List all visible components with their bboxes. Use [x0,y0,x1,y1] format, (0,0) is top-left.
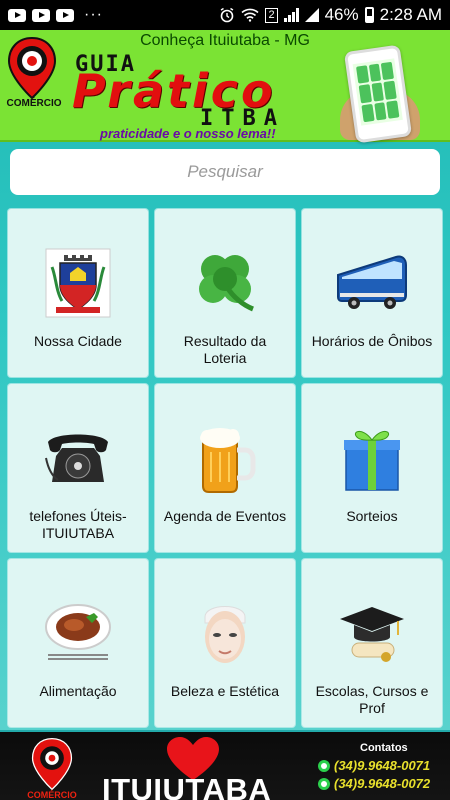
beer-mug-icon [185,418,265,498]
search-input[interactable] [10,149,440,195]
category-grid: Nossa Cidade Resultado da Loteria Horári… [8,209,442,727]
tile-label: Sorteios [346,508,398,524]
status-right: 2 46% 2:28 AM [219,5,442,25]
footer-city-name: ITUIUTABA [102,772,272,800]
tile-horarios-onibus[interactable]: Horários de Ônibos [302,209,442,377]
signal-icon [283,8,299,22]
food-plate-icon [38,593,118,673]
tile-label: Alimentação [39,683,117,699]
tile-label: Beleza e Estética [170,683,280,699]
clover-icon [185,243,265,323]
wifi-icon [241,8,260,22]
banner-tagline: Conheça Ituiutaba - MG [140,32,310,49]
telephone-icon [38,418,118,498]
tile-nossa-cidade[interactable]: Nossa Cidade [8,209,148,377]
tile-label: Horários de Ônibos [311,333,433,349]
status-bar: ··· 2 46% 2:28 AM [0,0,450,30]
tile-sorteios[interactable]: Sorteios [302,384,442,552]
tile-label: telefones Úteis- ITUIUTABA [29,508,127,541]
tile-label: Agenda de Eventos [163,508,287,524]
footer-logo [30,736,74,792]
tile-beleza-estetica[interactable]: Beleza e Estética [155,559,295,727]
tile-resultado-loteria[interactable]: Resultado da Loteria [155,209,295,377]
battery-icon [364,7,374,23]
youtube-notification-icon [8,8,26,22]
tile-alimentacao[interactable]: Alimentação [8,559,148,727]
tile-label: Resultado da Loteria [183,333,267,366]
graduation-cap-icon [332,593,412,673]
footer-banner[interactable]: COMÉRCIO ITUIUTABA Contatos (34)9.9648-0… [0,730,450,800]
whatsapp-icon [318,759,330,772]
gift-box-icon [332,418,412,498]
signal-strength-icon [304,8,319,22]
phone-number: (34)9.9648-0071 [334,758,431,773]
face-mask-icon [185,593,265,673]
more-notifications-icon: ··· [84,6,103,23]
tile-agenda-eventos[interactable]: Agenda de Eventos [155,384,295,552]
guia-pratico-logo [6,36,58,100]
header-banner[interactable]: Conheça Ituiutaba - MG COMÉRCIO GUIA Prá… [0,30,450,144]
tile-label: Nossa Cidade [34,333,122,349]
tile-telefones-uteis[interactable]: telefones Úteis- ITUIUTABA [8,384,148,552]
footer-phone-1[interactable]: (34)9.9648-0071 [318,758,430,773]
alarm-icon [219,7,235,23]
footer-commerce-text: COMÉRCIO [27,790,77,800]
youtube-notification-icon [32,8,50,22]
sim-badge: 2 [265,7,278,23]
footer-phone-2[interactable]: (34)9.9648-0072 [318,776,430,791]
status-left: ··· [8,6,103,24]
youtube-notification-icon [56,8,74,22]
smartphone-illustration [343,44,413,144]
tile-label: Escolas, Cursos e Prof [315,683,429,716]
battery-percent: 46% [324,5,359,24]
bus-icon [332,243,412,323]
phone-number: (34)9.9648-0072 [334,776,431,791]
clock: 2:28 AM [379,5,442,24]
footer-contacts-title: Contatos [360,742,408,754]
whatsapp-icon [318,777,330,790]
city-crest-icon [38,243,118,323]
logo-commerce-text: COMÉRCIO [6,98,62,109]
tile-escolas-cursos[interactable]: Escolas, Cursos e Prof [302,559,442,727]
brand-slogan: praticidade e o nosso lema!! [100,126,276,141]
